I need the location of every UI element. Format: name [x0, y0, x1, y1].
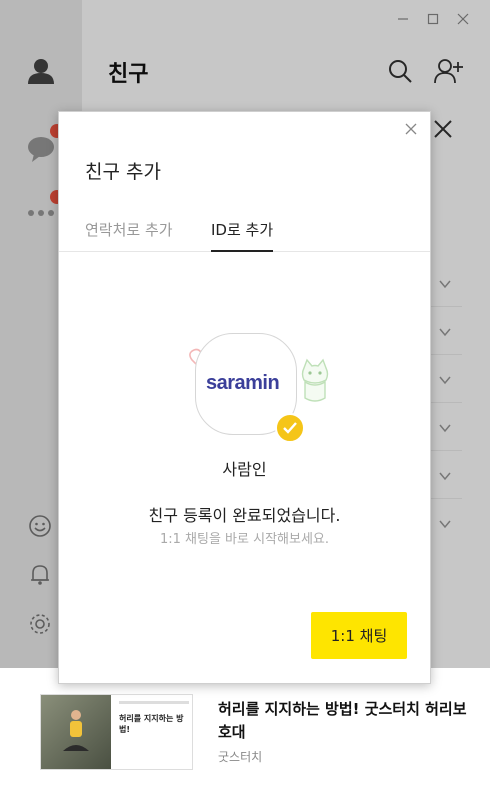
- ad-photo: [41, 695, 111, 769]
- dialog-title: 친구 추가: [85, 161, 161, 183]
- tab-id-add[interactable]: ID로 추가: [211, 216, 274, 252]
- logo-text: saramin: [206, 372, 280, 394]
- start-chat-button[interactable]: 1:1 채팅: [311, 612, 407, 659]
- ad-title[interactable]: 허리를 지지하는 방법! 굿스터치 허리보호대: [218, 698, 468, 744]
- ad-thumbnail[interactable]: 허리를 지지하는 방법!: [40, 694, 193, 770]
- ad-source: 굿스터치: [218, 750, 263, 764]
- hint-message: 1:1 채팅을 바로 시작해보세요.: [159, 532, 329, 547]
- friend-name: 사람인: [222, 460, 267, 479]
- profile-image[interactable]: saramin: [195, 333, 305, 443]
- dialog-close-icon[interactable]: [402, 120, 420, 138]
- dialog-tabs: 연락처로 추가 ID로 추가: [59, 216, 430, 252]
- tab-contact-add[interactable]: 연락처로 추가: [85, 216, 173, 252]
- ad-thumb-caption-line: [119, 701, 189, 704]
- add-friend-dialog: 친구 추가 연락처로 추가 ID로 추가 saramin 사람인 친구 등록이 …: [58, 111, 431, 684]
- success-message: 친구 등록이 완료되었습니다.: [148, 506, 341, 525]
- ad-thumb-text: 허리를 지지하는 방법!: [119, 714, 184, 734]
- check-icon: [275, 413, 305, 443]
- ad-person-image: [63, 710, 89, 751]
- cat-sticker-icon: [301, 358, 329, 402]
- saramin-logo: saramin: [206, 372, 280, 395]
